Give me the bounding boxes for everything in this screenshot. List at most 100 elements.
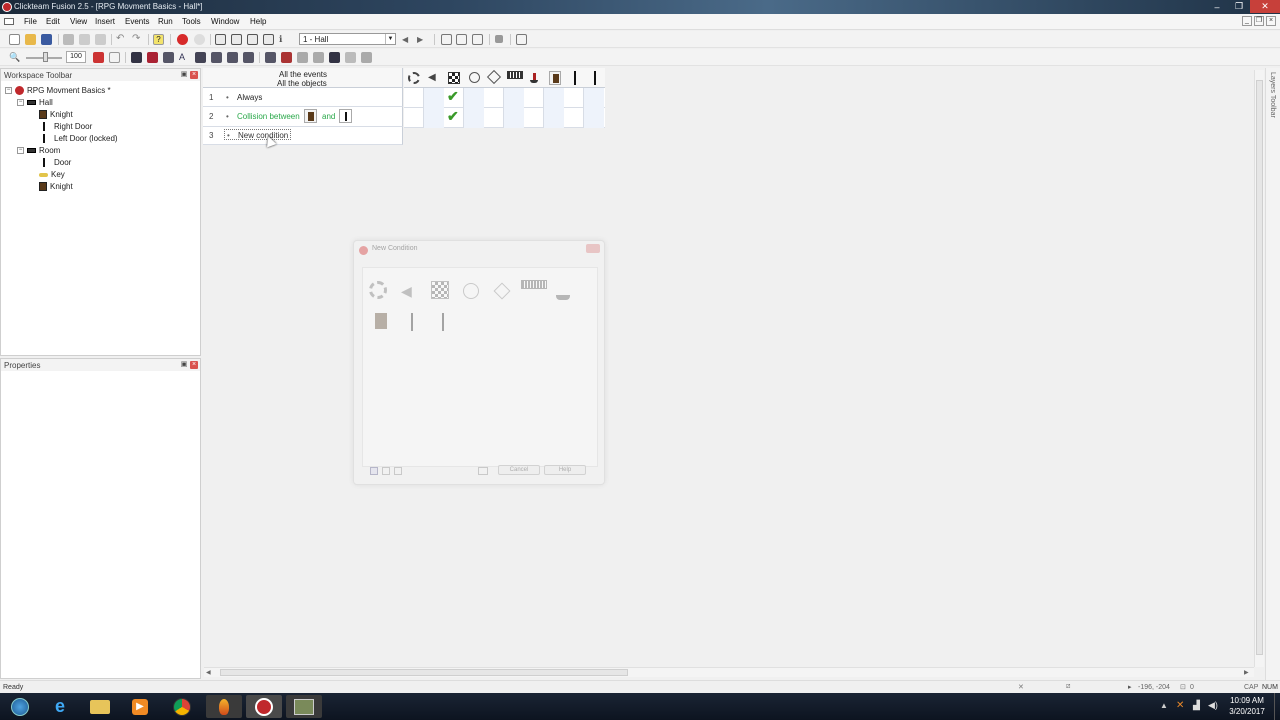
- event-list-editor-icon[interactable]: [263, 34, 274, 45]
- cut-icon[interactable]: [63, 34, 74, 45]
- pin-icon[interactable]: ▣: [180, 71, 188, 79]
- tree-object-right-door[interactable]: Right Door: [39, 122, 92, 131]
- find-icon[interactable]: [265, 52, 276, 63]
- scroll-left-icon[interactable]: ◀: [206, 669, 214, 677]
- dialog-help-button[interactable]: Help: [544, 465, 586, 475]
- tree-object-key[interactable]: Key: [39, 170, 65, 179]
- dialog-cancel-button[interactable]: Cancel: [498, 465, 540, 475]
- menu-insert[interactable]: Insert: [95, 17, 115, 26]
- help-icon[interactable]: ?: [153, 34, 164, 45]
- zoom-slider-thumb[interactable]: [43, 52, 48, 62]
- knight-icon[interactable]: [549, 71, 561, 85]
- mdi-minimize-button[interactable]: _: [1242, 16, 1252, 26]
- new-icon[interactable]: [9, 34, 20, 45]
- door-icon[interactable]: [594, 71, 596, 85]
- menu-window[interactable]: Window: [211, 17, 239, 26]
- knight-icon[interactable]: [304, 109, 317, 123]
- run-frame-icon[interactable]: [441, 34, 452, 45]
- mdi-close-button[interactable]: ×: [1266, 16, 1276, 26]
- storyboard-icon[interactable]: [431, 281, 449, 299]
- storyboard-editor-icon[interactable]: [215, 34, 226, 45]
- event-row-1[interactable]: 1 • Always: [203, 88, 403, 107]
- door-icon[interactable]: [574, 71, 576, 85]
- special-conditions-icon[interactable]: [369, 281, 387, 299]
- menu-view[interactable]: View: [70, 17, 87, 26]
- checkmark-icon[interactable]: ✔: [447, 108, 459, 125]
- event-row-3[interactable]: 3 • New condition: [203, 127, 403, 145]
- start-button[interactable]: [2, 695, 38, 718]
- panel-close-icon[interactable]: ×: [190, 71, 198, 79]
- taskbar-app[interactable]: [206, 695, 242, 718]
- tree-object-door[interactable]: Door: [39, 158, 71, 167]
- bookmark-icon[interactable]: [243, 52, 254, 63]
- door-icon[interactable]: [442, 313, 444, 331]
- indent-icon[interactable]: [211, 52, 222, 63]
- new-condition-box[interactable]: • New condition: [224, 129, 291, 140]
- door-icon[interactable]: [339, 109, 352, 123]
- horizontal-scrollbar[interactable]: ◀ ▶: [204, 667, 1254, 677]
- data-elements-icon[interactable]: ℹ: [279, 34, 290, 45]
- taskbar-clickteam-fusion[interactable]: [246, 695, 282, 718]
- scroll-right-icon[interactable]: ▶: [1244, 669, 1252, 677]
- mdi-restore-button[interactable]: ❐: [1254, 16, 1264, 26]
- new-condition-dialog[interactable]: New Condition ◀ Cancel Help: [353, 240, 605, 485]
- layers-toolbar-strip[interactable]: Layers Toolbar: [1265, 68, 1280, 680]
- special-conditions-icon[interactable]: [408, 72, 420, 84]
- checkerboard-icon[interactable]: [329, 52, 340, 63]
- insert-event-icon[interactable]: [131, 52, 142, 63]
- toggle-grid-icon[interactable]: [93, 52, 104, 63]
- chevron-down-icon[interactable]: ▼: [385, 34, 395, 44]
- menu-run[interactable]: Run: [158, 17, 173, 26]
- build-icon[interactable]: [516, 34, 527, 45]
- storyboard-icon[interactable]: [448, 72, 460, 84]
- vertical-scrollbar[interactable]: [1254, 70, 1264, 667]
- player-icon[interactable]: [556, 284, 570, 300]
- redo-icon[interactable]: ↷: [132, 34, 143, 45]
- filter-icon[interactable]: [345, 52, 356, 63]
- paste-icon[interactable]: [95, 34, 106, 45]
- sound-icon[interactable]: ◀: [401, 283, 412, 300]
- record-icon[interactable]: [194, 34, 205, 45]
- layers-toolbar-title[interactable]: Layers Toolbar: [1269, 72, 1276, 118]
- taskbar-media-player[interactable]: ▶: [122, 695, 158, 718]
- sound-icon[interactable]: ◀: [428, 72, 440, 84]
- collapse-icon[interactable]: −: [17, 99, 24, 106]
- menu-tools[interactable]: Tools: [182, 17, 201, 26]
- door-icon[interactable]: [411, 313, 413, 331]
- keyboard-mouse-icon[interactable]: [521, 280, 547, 289]
- frame-select[interactable]: 1 - Hall ▼: [299, 33, 396, 45]
- pin-icon[interactable]: ▣: [180, 361, 188, 369]
- menu-edit[interactable]: Edit: [46, 17, 60, 26]
- checkmark-icon[interactable]: ✔: [447, 88, 459, 105]
- stop-run-icon[interactable]: [495, 35, 503, 43]
- delete-event-icon[interactable]: [147, 52, 158, 63]
- filter-icon[interactable]: [478, 467, 488, 475]
- tree-frame-hall[interactable]: − Hall: [17, 98, 53, 107]
- taskbar-explorer[interactable]: [82, 695, 118, 718]
- horizontal-scrollbar-thumb[interactable]: [220, 669, 628, 676]
- taskbar-chrome[interactable]: [164, 695, 200, 718]
- taskbar-ie[interactable]: e: [42, 695, 78, 718]
- event-editor-icon[interactable]: [247, 34, 258, 45]
- tree-object-knight[interactable]: Knight: [39, 110, 73, 119]
- snap-icon[interactable]: [109, 52, 120, 63]
- menu-help[interactable]: Help: [250, 17, 266, 26]
- timer-icon[interactable]: [463, 283, 479, 299]
- document-system-icon[interactable]: [4, 18, 14, 25]
- close-button[interactable]: ✕: [1250, 0, 1280, 13]
- tree-object-knight-room[interactable]: Knight: [39, 182, 73, 191]
- panel-close-icon[interactable]: ×: [190, 361, 198, 369]
- menu-events[interactable]: Events: [125, 17, 149, 26]
- preview-icon[interactable]: [472, 34, 483, 45]
- view-details-button[interactable]: [394, 467, 402, 475]
- disable-event-icon[interactable]: [281, 52, 292, 63]
- zoom-icon[interactable]: 🔍: [9, 52, 20, 63]
- next-frame-icon[interactable]: ▶: [417, 34, 428, 45]
- clock[interactable]: 10:09 AM 3/20/2017: [1222, 696, 1272, 716]
- save-icon[interactable]: [41, 34, 52, 45]
- insert-group-icon[interactable]: [163, 52, 174, 63]
- tray-overflow-icon[interactable]: ▲: [1160, 701, 1168, 710]
- outdent-icon[interactable]: [227, 52, 238, 63]
- player-icon[interactable]: [530, 73, 538, 83]
- expand-icon[interactable]: [297, 52, 308, 63]
